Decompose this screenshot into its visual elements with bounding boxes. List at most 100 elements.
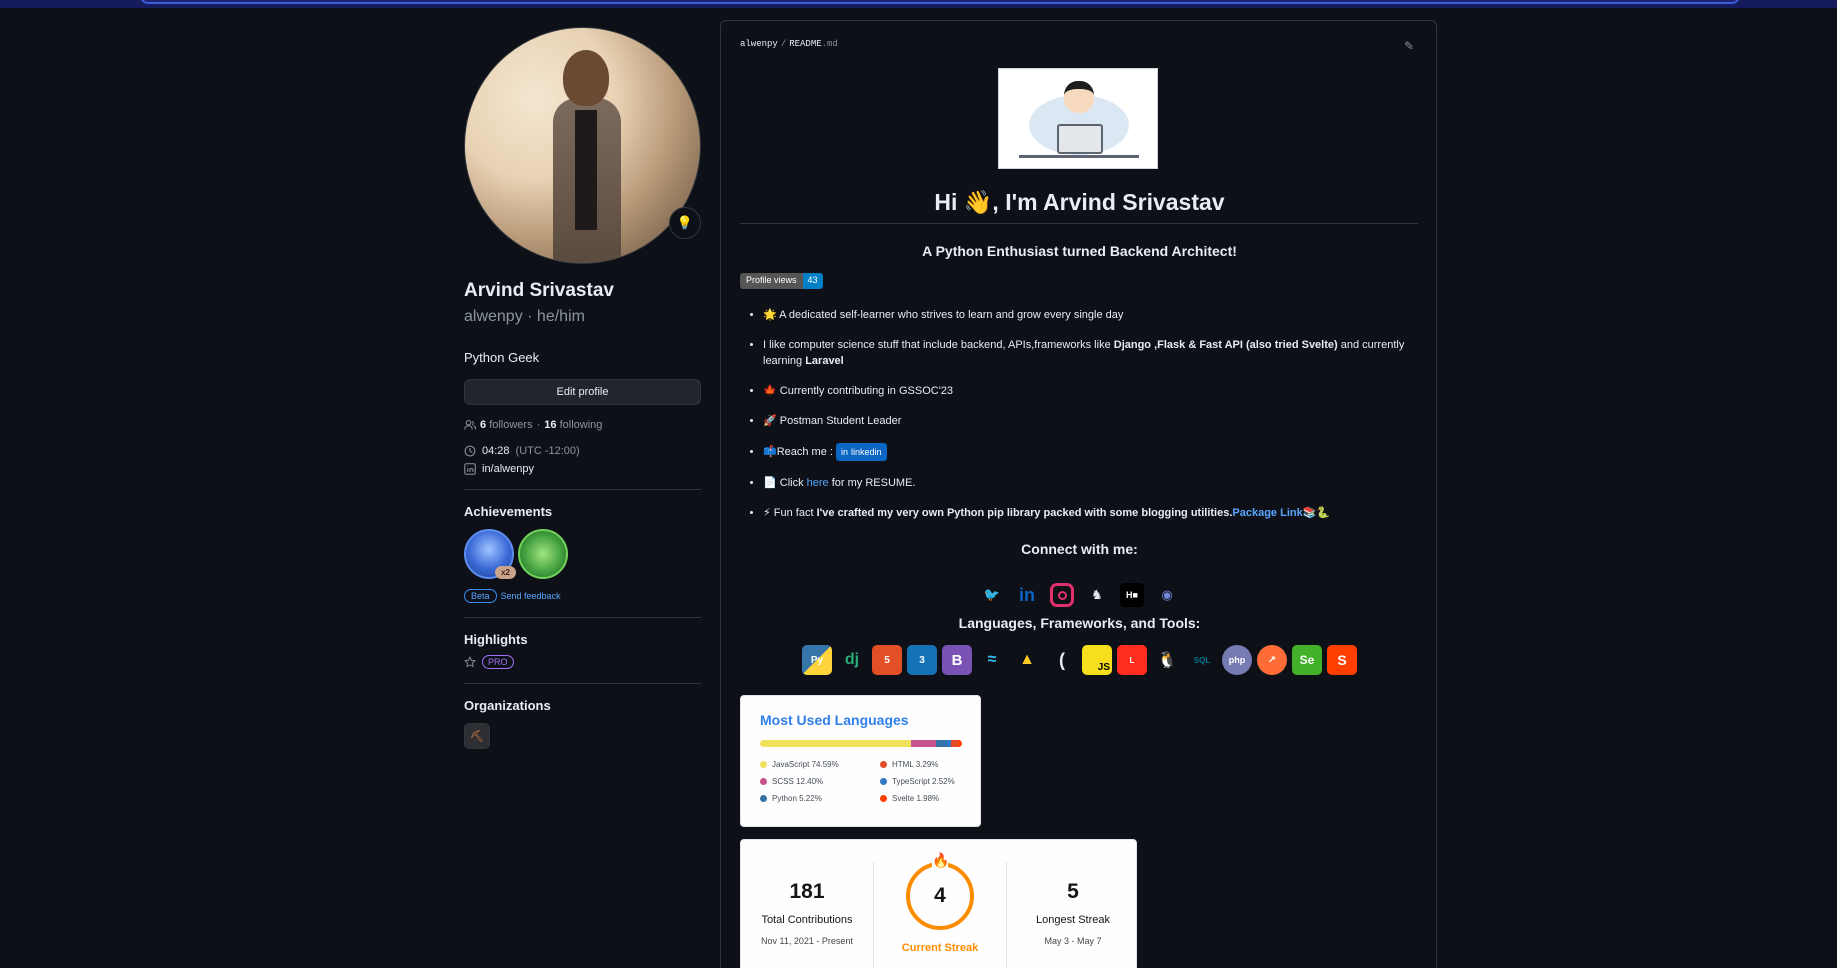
total-contributions-value: 181 <box>789 880 825 903</box>
most-used-languages-card: Most Used Languages JavaScript 74.59% HTM… <box>740 695 981 827</box>
profile-sidebar: 💡 Arvind Srivastav alwenpy · he/him Pyth… <box>464 27 701 749</box>
languages-card-title: Most Used Languages <box>760 712 909 728</box>
list-item: 🍁 Currently contributing in GSSOC'23 <box>763 383 1423 399</box>
edit-pencil-icon[interactable]: ✎ <box>1404 39 1414 53</box>
package-link[interactable]: Package Link <box>1232 507 1302 519</box>
lightbulb-icon: 💡 <box>676 215 694 230</box>
css3-icon[interactable]: 3 <box>907 645 937 675</box>
readme-file-link[interactable]: README.md <box>789 39 838 49</box>
language-legend-item: SCSS 12.40% <box>760 777 880 786</box>
highlights-title: Highlights <box>464 632 528 647</box>
current-streak-ring: 4 <box>906 862 974 930</box>
total-contributions-range: Nov 11, 2021 - Present <box>761 936 853 946</box>
profile-login: alwenpy · he/him <box>464 308 585 325</box>
resume-link[interactable]: here <box>807 477 829 489</box>
list-item: ⚡ Fun fact I've crafted my very own Pyth… <box>763 505 1423 521</box>
linkedin-icon <box>464 463 476 475</box>
social-icons: 🐦 in ♞ H■ ◉ <box>721 583 1438 607</box>
javascript-icon[interactable]: JS <box>1082 645 1112 675</box>
list-item: 🚀 Postman Student Leader <box>763 413 1423 429</box>
beta-row: Beta Send feedback <box>464 589 701 603</box>
divider <box>464 617 701 618</box>
followers-link[interactable]: 6 followers <box>480 419 533 431</box>
linkedin-badge[interactable]: in linkedin <box>836 443 887 461</box>
list-item: I like computer science stuff that inclu… <box>763 337 1423 369</box>
readme-card: alwenpy / README.md ✎ Hi 👋, I'm Arvind S… <box>720 20 1437 968</box>
readme-title: Hi 👋, I'm Arvind Srivastav <box>934 189 1225 215</box>
profile-name: Arvind Srivastav <box>464 280 614 301</box>
achievements-title: Achievements <box>464 504 553 519</box>
language-color-dot <box>760 778 767 785</box>
pro-badge: PRO <box>482 655 514 669</box>
profile-views-badge: Profile views 43 <box>740 273 823 289</box>
language-legend-text: Svelte 1.98% <box>892 794 940 803</box>
selenium-icon[interactable]: Se <box>1292 645 1322 675</box>
html5-icon[interactable]: 5 <box>872 645 902 675</box>
avatar[interactable] <box>464 27 701 264</box>
linux-icon[interactable]: 🐧 <box>1152 645 1182 675</box>
avatar-figure-shirt <box>575 110 597 230</box>
discord-icon[interactable]: ◉ <box>1155 583 1179 607</box>
achievement-badge-shark[interactable]: x2 <box>464 529 516 579</box>
list-item: 📄 Click here for my RESUME. <box>763 475 1423 491</box>
following-link[interactable]: 16 following <box>544 419 602 431</box>
flask-icon[interactable]: ( <box>1047 645 1077 675</box>
organization-avatar[interactable]: ⛏ <box>464 723 490 749</box>
hackerrank-icon[interactable]: H■ <box>1120 583 1144 607</box>
hero-laptop <box>1057 124 1103 154</box>
firebase-icon[interactable]: ▲ <box>1012 645 1042 675</box>
hero-desk <box>1019 155 1139 158</box>
profile-bio: Python Geek <box>464 350 540 365</box>
language-bar-segment <box>910 740 936 747</box>
languages-legend: JavaScript 74.59% HTML 3.29% SCSS 12.40% Ty… <box>760 760 970 803</box>
hero-head <box>1064 81 1094 113</box>
current-streak-col: 4 🔥 Current Streak <box>874 840 1006 968</box>
readme-hero-image <box>998 68 1158 169</box>
language-legend-item: HTML 3.29% <box>880 760 970 769</box>
python-icon[interactable]: Py <box>802 645 832 675</box>
django-icon[interactable]: dj <box>837 645 867 675</box>
tailwind-icon[interactable]: ≈ <box>977 645 1007 675</box>
readme-bullets: 🌟 A dedicated self-learner who strives t… <box>763 307 1423 535</box>
search-bar[interactable] <box>140 0 1740 4</box>
language-bar-segment <box>760 740 911 747</box>
longest-streak-col: 5 Longest Streak May 3 - May 7 <box>1007 840 1139 968</box>
divider <box>464 489 701 490</box>
total-contributions-col: 181 Total Contributions Nov 11, 2021 - P… <box>741 840 873 968</box>
clock-icon <box>464 445 476 457</box>
people-icon <box>464 419 476 430</box>
language-color-dot <box>760 761 767 768</box>
flame-icon: 🔥 <box>932 852 950 868</box>
language-color-dot <box>880 761 887 768</box>
svelte-icon[interactable]: S <box>1327 645 1357 675</box>
tool-icons: Py dj 5 3 B ≈ ▲ ( JS L 🐧 SQL php ↗ Se S <box>721 645 1438 675</box>
instagram-icon[interactable] <box>1050 583 1074 607</box>
kaggle-icon[interactable]: ♞ <box>1085 583 1109 607</box>
linkedin-icon[interactable]: in <box>1015 583 1039 607</box>
postman-icon[interactable]: ↗ <box>1257 645 1287 675</box>
readme-path: alwenpy / README.md <box>740 39 838 49</box>
language-legend-item: JavaScript 74.59% <box>760 760 880 769</box>
twitter-icon[interactable]: 🐦 <box>980 583 1004 607</box>
language-bar-segment <box>951 740 958 747</box>
organizations-title: Organizations <box>464 698 551 713</box>
tools-title: Languages, Frameworks, and Tools: <box>958 615 1201 631</box>
title-divider <box>740 223 1418 224</box>
achievement-badge-pair[interactable] <box>518 529 568 579</box>
status-button[interactable]: 💡 <box>669 207 701 239</box>
longest-streak-range: May 3 - May 7 <box>1044 936 1102 946</box>
linkedin-link[interactable]: in/alwenpy <box>482 463 534 475</box>
readme-owner-link[interactable]: alwenpy <box>740 39 778 49</box>
mysql-icon[interactable]: SQL <box>1187 645 1217 675</box>
bootstrap-icon[interactable]: B <box>942 645 972 675</box>
readme-subtitle: A Python Enthusiast turned Backend Archi… <box>922 243 1237 259</box>
org-logo-icon: ⛏ <box>470 730 484 743</box>
language-color-dot <box>880 795 887 802</box>
send-feedback-link[interactable]: Send feedback <box>501 591 561 601</box>
highlights-row: PRO <box>464 655 701 669</box>
laravel-icon[interactable]: L <box>1117 645 1147 675</box>
php-icon[interactable]: php <box>1222 645 1252 675</box>
top-navbar <box>0 0 1837 8</box>
connect-title: Connect with me: <box>1021 541 1138 557</box>
edit-profile-button[interactable]: Edit profile <box>464 379 701 405</box>
